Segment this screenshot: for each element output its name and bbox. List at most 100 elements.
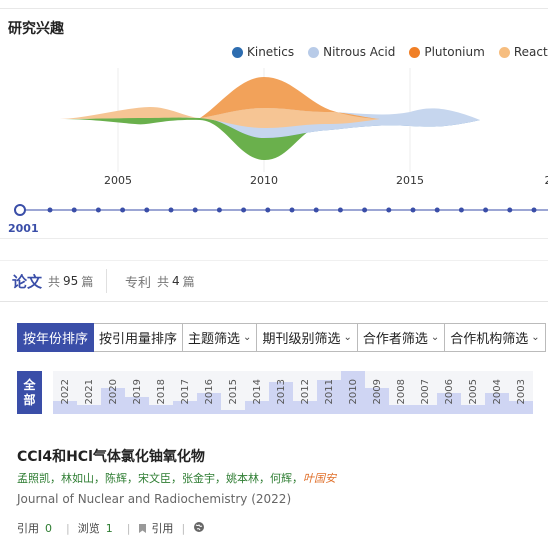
timeline-node[interactable]	[192, 207, 198, 213]
year-label-wrap: 2019	[125, 375, 149, 409]
coauthor-filter-dropdown[interactable]: 合作者筛选 ⌄	[357, 323, 446, 352]
year-filter-item[interactable]: 2006	[437, 371, 461, 414]
year-label-wrap: 2005	[461, 375, 485, 409]
year-filter-item[interactable]: 2019	[125, 371, 149, 414]
timeline-node[interactable]	[434, 207, 440, 213]
timeline-node[interactable]	[458, 207, 464, 213]
author-name[interactable]: 张金宇	[182, 472, 215, 485]
timeline-node[interactable]	[47, 207, 53, 213]
tab-divider	[106, 269, 107, 293]
year-filter-item[interactable]: 2009	[365, 371, 389, 414]
year-filter-item[interactable]: 2018	[149, 371, 173, 414]
sort-by-citations-button[interactable]: 按引用量排序	[94, 323, 184, 352]
tab-count: 4	[172, 274, 180, 288]
legend-dot	[308, 46, 320, 58]
timeline-node[interactable]	[95, 207, 101, 213]
x-tick-label: 2005	[104, 174, 132, 187]
institution-filter-dropdown[interactable]: 合作机构筛选 ⌄	[445, 323, 546, 352]
timeline-node[interactable]	[241, 207, 247, 213]
journal-level-filter-dropdown[interactable]: 期刊级别筛选 ⌄	[257, 323, 358, 352]
year-filter-item[interactable]: 2021	[77, 371, 101, 414]
section-title: 研究兴趣	[8, 21, 64, 37]
timeline-selected-node[interactable]	[14, 204, 26, 216]
year-filter-item[interactable]: 2017	[173, 371, 197, 414]
quote-icon	[139, 523, 147, 533]
timeline-node[interactable]	[410, 207, 416, 213]
author-name[interactable]: 孟照凯	[17, 472, 50, 485]
timeline-node[interactable]	[168, 207, 174, 213]
year-filter-item[interactable]: 2003	[509, 371, 533, 414]
year-label-wrap: 2008	[389, 375, 413, 409]
author-separator: ，	[94, 472, 105, 485]
year-label: 2019	[131, 379, 143, 405]
timeline-node[interactable]	[483, 207, 489, 213]
year-label: 2015	[227, 379, 239, 405]
legend-item-reaction[interactable]: Reaction	[498, 45, 548, 59]
tab-count-suffix: 篇	[182, 274, 195, 289]
topic-filter-dropdown[interactable]: 主题筛选 ⌄	[183, 323, 258, 352]
chevron-down-icon: ⌄	[531, 332, 540, 343]
paper-title[interactable]: CCl4和HCl气体氯化铀氧化物	[17, 446, 205, 466]
year-label: 2011	[323, 379, 335, 405]
year-filter-item[interactable]: 2020	[101, 371, 125, 414]
timeline-node[interactable]	[531, 207, 537, 213]
timeline-node[interactable]	[120, 207, 126, 213]
year-label: 2017	[179, 379, 191, 405]
timeline-node[interactable]	[507, 207, 513, 213]
year-label-wrap: 2016	[197, 375, 221, 409]
year-filter-item[interactable]: 2022	[53, 371, 77, 414]
button-label: 期刊级别筛选	[262, 332, 341, 347]
year-label-wrap: 2004	[485, 375, 509, 409]
quote-button[interactable]: 引用	[138, 520, 173, 536]
web-link-button[interactable]	[193, 521, 205, 536]
tab-count-prefix: 共	[48, 274, 61, 289]
timeline-node[interactable]	[362, 207, 368, 213]
timeline-node[interactable]	[144, 207, 150, 213]
author-name[interactable]: 姚本林	[226, 472, 259, 485]
timeline-node[interactable]	[313, 207, 319, 213]
timeline-node[interactable]	[386, 207, 392, 213]
year-filter-item[interactable]: 2008	[389, 371, 413, 414]
legend-item-kinetics[interactable]: Kinetics	[232, 45, 294, 59]
author-name-corresponding[interactable]: 叶国安	[303, 472, 336, 485]
timeline-node[interactable]	[337, 207, 343, 213]
year-filter-item[interactable]: 2004	[485, 371, 509, 414]
year-label-wrap: 2022	[53, 375, 77, 409]
year-filter-item[interactable]: 2005	[461, 371, 485, 414]
timeline-node[interactable]	[216, 207, 222, 213]
legend-label: Reaction	[513, 45, 548, 59]
tab-count-prefix: 共	[157, 274, 170, 289]
legend-item-nitrous-acid[interactable]: Nitrous Acid	[308, 45, 395, 59]
chevron-down-icon: ⌄	[430, 332, 440, 343]
year-label-wrap: 2018	[149, 375, 173, 409]
year-filter-item[interactable]: 2016	[197, 371, 221, 414]
year-all-button[interactable]: 全 部	[17, 371, 42, 414]
tab-patents[interactable]: 专利 共 4 篇	[125, 261, 195, 301]
tab-papers[interactable]: 论文 共 95 篇	[12, 261, 93, 301]
author-name[interactable]: 宋文臣	[138, 472, 171, 485]
year-filter-item[interactable]: 2013	[269, 371, 293, 414]
year-label: 2021	[83, 379, 95, 405]
legend-item-plutonium[interactable]: Plutonium	[409, 45, 485, 59]
author-name[interactable]: 陈辉	[105, 472, 127, 485]
year-label: 2009	[371, 379, 383, 405]
author-separator: ，	[50, 472, 61, 485]
year-filter-item[interactable]: 2012	[293, 371, 317, 414]
year-label: 2018	[155, 379, 167, 405]
chart-legend: Kinetics Nitrous Acid Plutonium Reaction	[232, 45, 548, 59]
tab-count-suffix: 篇	[81, 274, 94, 289]
sort-by-year-button[interactable]: 按年份排序	[17, 323, 95, 352]
year-label-wrap: 2021	[77, 375, 101, 409]
year-count-bar	[221, 409, 245, 414]
year-filter-item[interactable]: 2010	[341, 371, 365, 414]
year-filter-item[interactable]: 2011	[317, 371, 341, 414]
button-label: 合作者筛选	[362, 332, 428, 347]
timeline-node[interactable]	[265, 207, 271, 213]
year-filter-item[interactable]: 2015	[221, 371, 245, 414]
author-name[interactable]: 林如山	[61, 472, 94, 485]
timeline-node[interactable]	[71, 207, 77, 213]
timeline-node[interactable]	[289, 207, 295, 213]
year-filter-item[interactable]: 2014	[245, 371, 269, 414]
year-filter-item[interactable]: 2007	[413, 371, 437, 414]
author-name[interactable]: 何辉	[270, 472, 292, 485]
